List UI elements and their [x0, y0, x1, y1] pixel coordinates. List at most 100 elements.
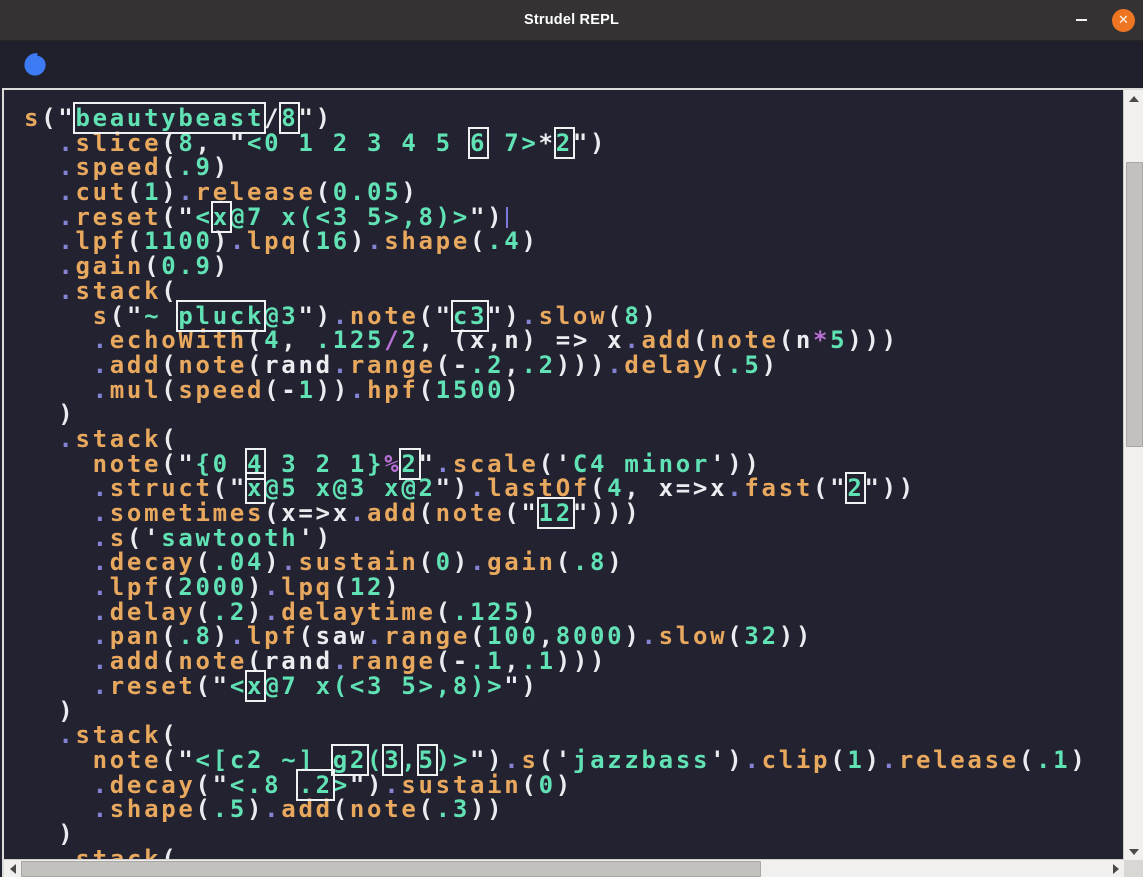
text-cursor — [506, 207, 508, 228]
code-token: . — [607, 351, 624, 379]
code-token: ( — [521, 771, 538, 799]
code-line: .add(note(rand.range(-.2,.2))).delay(.5) — [24, 353, 1124, 378]
code-token: note — [436, 499, 505, 527]
code-editor[interactable]: s("beautybeast/8") .slice(8, "<0 1 2 3 4… — [4, 90, 1124, 860]
strudel-repl-window: Strudel REPL ✕ s("beautybeast/8") .slice… — [0, 0, 1143, 877]
active-pattern-token: 2 — [847, 474, 864, 502]
code-token: 1500 — [436, 376, 505, 404]
code-token: .1 — [1036, 746, 1070, 774]
code-line: .reset("<x@7 x(<3 5>,8)>") — [24, 205, 1124, 230]
arrow-left-icon — [10, 864, 16, 874]
code-token: ") — [504, 672, 538, 700]
active-pattern-token: 2 — [556, 129, 573, 157]
code-line: s("beautybeast/8") — [24, 106, 1124, 131]
code-token: release — [899, 746, 1019, 774]
scroll-up-button[interactable] — [1124, 90, 1143, 107]
code-token: ) — [521, 227, 538, 255]
code-token: )) — [779, 622, 813, 650]
code-token: . — [230, 227, 247, 255]
code-token: 1 — [298, 376, 315, 404]
code-token: ))) — [556, 351, 607, 379]
code-token: 32 — [744, 622, 778, 650]
code-token: ( — [333, 795, 350, 823]
code-token: . — [642, 622, 659, 650]
code-token: ( — [556, 548, 573, 576]
code-token: ) — [350, 227, 367, 255]
scroll-down-button[interactable] — [1124, 843, 1143, 860]
code-token: ( — [710, 351, 727, 379]
code-token: .5 — [213, 795, 247, 823]
code-token: ( — [419, 795, 436, 823]
code-token: ') — [710, 746, 744, 774]
code-line: .pan(.8).lpf(saw.range(100,8000).slow(32… — [24, 624, 1124, 649]
code-token: . — [727, 474, 744, 502]
strudel-spiral-logo-icon[interactable] — [20, 50, 50, 80]
code-token: n — [796, 326, 813, 354]
title-bar[interactable]: Strudel REPL ✕ — [0, 0, 1143, 41]
code-line: .s('sawtooth') — [24, 526, 1124, 551]
code-line: .add(note(rand.range(-.1,.1))) — [24, 649, 1124, 674]
close-button[interactable]: ✕ — [1112, 9, 1135, 32]
horizontal-scrollbar[interactable] — [4, 859, 1124, 877]
code-token: ( — [161, 376, 178, 404]
code-token: * — [539, 129, 556, 157]
code-token: (- — [264, 376, 298, 404]
code-token: delay — [624, 351, 710, 379]
code-line: s("~ pluck@3").note("c3").slow(8) — [24, 304, 1124, 329]
code-token: slow — [659, 622, 728, 650]
arrow-up-icon — [1129, 96, 1139, 102]
code-line: .echoWith(4, .125/2, (x,n) => x.add(note… — [24, 328, 1124, 353]
code-token: shape — [110, 795, 196, 823]
code-token: ) — [556, 771, 573, 799]
code-token: ))) — [556, 647, 607, 675]
code-token: ( — [247, 647, 264, 675]
code-token: 0 — [436, 548, 453, 576]
code-line: .sometimes(x=>x.add(note("12"))) — [24, 501, 1124, 526]
code-token: ) — [865, 746, 882, 774]
code-token: ) — [247, 795, 264, 823]
code-token: < — [230, 672, 247, 700]
code-token: . — [93, 795, 110, 823]
code-token: 0 — [539, 771, 556, 799]
code-token: ")) — [864, 474, 915, 502]
code-line: .lpf(1100).lpq(16).shape(.4) — [24, 229, 1124, 254]
code-line: .decay(.04).sustain(0).gain(.8) — [24, 550, 1124, 575]
code-token: * — [813, 326, 830, 354]
code-token: . — [350, 499, 367, 527]
toolbar — [0, 41, 1143, 88]
code-token: reset — [110, 672, 196, 700]
code-token: 16 — [316, 227, 350, 255]
window-title: Strudel REPL — [524, 12, 619, 28]
code-token: . — [367, 227, 384, 255]
code-token: 5 — [830, 326, 847, 354]
code-token: ( — [1019, 746, 1036, 774]
code-token: . — [470, 548, 487, 576]
code-token: note — [350, 795, 419, 823]
code-line: .shape(.5).add(note(.3)) — [24, 797, 1124, 822]
code-line: .delay(.2).delaytime(.125) — [24, 600, 1124, 625]
code-line: .stack( — [24, 723, 1124, 748]
horizontal-scrollbar-thumb[interactable] — [21, 861, 761, 877]
scroll-right-button[interactable] — [1107, 860, 1124, 877]
code-token: hpf — [367, 376, 418, 404]
code-token: shape — [384, 227, 470, 255]
editor-frame: s("beautybeast/8") .slice(8, "<0 1 2 3 4… — [2, 88, 1143, 877]
code-line: .cut(1).release(0.05) — [24, 180, 1124, 205]
code-line: note("<[c2 ~] g2(3,5)>").s('jazzbass').c… — [24, 748, 1124, 773]
code-line: .slice(8, "<0 1 2 3 4 5 6 7>*2") — [24, 131, 1124, 156]
code-token: ( — [418, 499, 435, 527]
code-token: . — [744, 746, 761, 774]
code-token: ( — [419, 376, 436, 404]
code-line: .gain(0.9) — [24, 254, 1124, 279]
scroll-left-button[interactable] — [4, 860, 21, 877]
vertical-scrollbar-thumb[interactable] — [1126, 162, 1143, 447]
minimize-button[interactable] — [1066, 5, 1096, 35]
code-token: (" — [196, 672, 230, 700]
vertical-scrollbar[interactable] — [1123, 90, 1143, 860]
code-line: .mul(speed(-1)).hpf(1500) — [24, 378, 1124, 403]
code-token: "))) — [573, 499, 642, 527]
scrollbar-corner — [1124, 860, 1143, 877]
code-line: .struct("x@5 x@3 x@2").lastOf(4, x=>x.fa… — [24, 476, 1124, 501]
code-token: ) — [504, 376, 521, 404]
code-token: .8 — [573, 548, 607, 576]
